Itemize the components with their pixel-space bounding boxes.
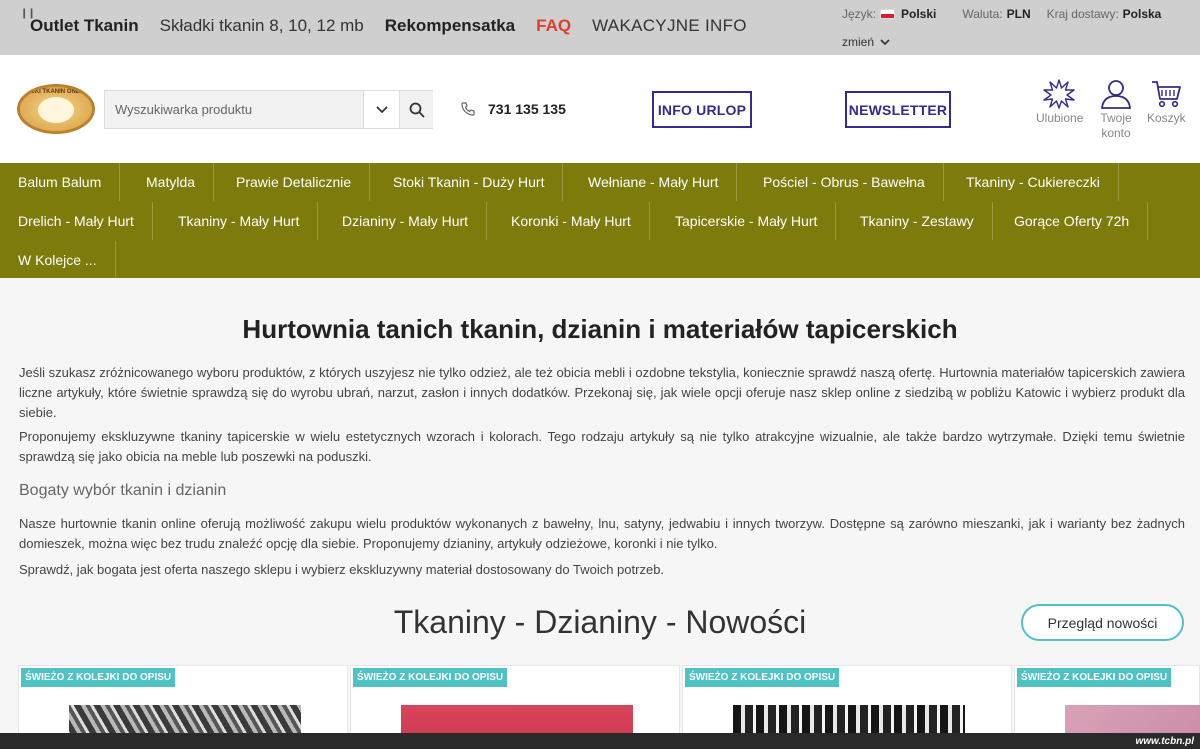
locale-settings: Język: Polski Waluta: PLN Kraj dostawy: … [842, 7, 1161, 49]
nav-item-stoki-tkanin[interactable]: Stoki Tkanin - Duży Hurt [375, 163, 564, 201]
new-products-title: Tkaniny - Dzianiny - Nowości [393, 604, 807, 640]
review-new-button[interactable]: Przegląd nowości [1021, 604, 1184, 641]
change-label: zmień [842, 35, 875, 49]
currency-value: PLN [1006, 7, 1031, 21]
account-label-line2: konto [1101, 126, 1131, 140]
cart-button[interactable]: Koszyk [1147, 79, 1186, 126]
nav-item-cukiereczki[interactable]: Tkaniny - Cukiereczki [948, 163, 1119, 201]
intro-paragraph-1: Jeśli szukasz zróżnicowanego wyboru prod… [19, 365, 1185, 420]
bottom-strip [0, 733, 1200, 749]
chevron-down-icon [375, 105, 388, 113]
top-link-skladki[interactable]: Składki tkanin 8, 10, 12 mb [160, 16, 364, 36]
page-title: Hurtownia tanich tkanin, dzianin i mater… [242, 314, 958, 344]
nav-item-posciel[interactable]: Pościel - Obrus - Bawełna [745, 163, 944, 201]
main-content: Hurtownia tanich tkanin, dzianin i mater… [0, 278, 1200, 749]
language-label: Język: [842, 7, 877, 21]
nav-item-balum[interactable]: Balum Balum [0, 163, 121, 201]
favorites-label: Ulubione [1036, 111, 1084, 125]
country-value: Polska [1122, 7, 1162, 21]
nav-item-matylda[interactable]: Matylda [128, 163, 215, 201]
header: STOKI TKANIN ONLINE 731 135 135 INFO URL… [0, 55, 1200, 163]
search-category-dropdown[interactable] [363, 91, 399, 128]
logo-emblem [38, 97, 74, 123]
status-badge: ŚWIEŻO Z KOLEJKI DO OPISU [1017, 668, 1172, 687]
status-badge: ŚWIEŻO Z KOLEJKI DO OPISU [353, 668, 508, 687]
starburst-icon [1043, 79, 1075, 109]
phone-number: 731 135 135 [488, 101, 566, 117]
top-link-faq[interactable]: FAQ [536, 16, 571, 36]
nav-item-w-kolejce[interactable]: W Kolejce ... [0, 241, 116, 279]
logo-text: STOKI TKANIN ONLINE [22, 89, 90, 95]
nav-item-zestawy[interactable]: Tkaniny - Zestawy [842, 202, 993, 240]
top-links: Outlet Tkanin Składki tkanin 8, 10, 12 m… [30, 16, 768, 36]
intro-paragraph-2: Proponujemy ekskluzywne tkaniny tapicers… [19, 429, 1185, 464]
phone-icon [461, 102, 475, 116]
language-value: Polski [901, 7, 937, 21]
nav-item-drelich[interactable]: Drelich - Mały Hurt [0, 202, 153, 240]
user-icon [1100, 80, 1132, 109]
top-link-outlet[interactable]: Outlet Tkanin [30, 16, 139, 36]
status-badge: ŚWIEŻO Z KOLEJKI DO OPISU [21, 668, 176, 687]
nav-item-tapicerskie[interactable]: Tapicerskie - Mały Hurt [657, 202, 837, 240]
currency-label: Waluta: [962, 7, 1003, 21]
top-bar: ❙❙ Outlet Tkanin Składki tkanin 8, 10, 1… [0, 0, 1200, 55]
status-badge: ŚWIEŻO Z KOLEJKI DO OPISU [685, 668, 840, 687]
search-button[interactable] [399, 91, 433, 128]
nav-item-prawie-detalicznie[interactable]: Prawie Detalicznie [218, 163, 371, 201]
watermark: www.tcbn.pl [1135, 736, 1194, 747]
top-link-rekompensatka[interactable]: Rekompensatka [385, 16, 515, 36]
top-link-wakacyjne[interactable]: WAKACYJNE INFO [592, 16, 747, 36]
nav-item-koronki[interactable]: Koronki - Mały Hurt [493, 202, 650, 240]
search-icon [409, 102, 425, 118]
category-nav: Balum Balum Matylda Prawie Detalicznie S… [0, 163, 1200, 279]
change-locale-button[interactable]: zmień [842, 35, 1161, 49]
newsletter-button[interactable]: NEWSLETTER [845, 91, 951, 128]
country-label: Kraj dostawy: [1046, 7, 1119, 21]
info-urlop-button[interactable]: INFO URLOP [652, 91, 752, 128]
intro-paragraph-4: Sprawdź, jak bogata jest oferta naszego … [19, 562, 665, 577]
search-input[interactable] [105, 91, 363, 128]
cart-label: Koszyk [1147, 111, 1186, 125]
account-label-line1: Twoje [1100, 111, 1132, 125]
nav-item-welniane[interactable]: Wełniane - Mały Hurt [570, 163, 738, 201]
account-button[interactable]: Twoje konto [1097, 79, 1135, 141]
poland-flag-icon [880, 9, 896, 19]
nav-item-tkaniny-maly-hurt[interactable]: Tkaniny - Mały Hurt [160, 202, 319, 240]
nav-item-gorace-oferty[interactable]: Gorące Oferty 72h [996, 202, 1149, 240]
cart-icon [1152, 81, 1181, 108]
section-subheading: Bogaty wybór tkanin i dzianin [19, 482, 227, 499]
phone-contact[interactable]: 731 135 135 [460, 101, 566, 117]
intro-paragraph-3: Nasze hurtownie tkanin online oferują mo… [19, 516, 1185, 551]
site-logo[interactable]: STOKI TKANIN ONLINE [17, 84, 95, 134]
nav-item-dzianiny[interactable]: Dzianiny - Mały Hurt [324, 202, 488, 240]
favorites-button[interactable]: Ulubione [1036, 79, 1084, 126]
search-bar [104, 90, 433, 129]
chevron-down-icon [880, 38, 890, 45]
